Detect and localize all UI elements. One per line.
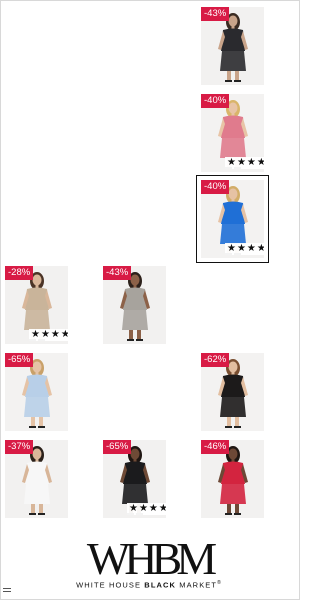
product-tile[interactable]: -43%: [201, 7, 264, 85]
product-tile[interactable]: -37%: [5, 440, 68, 518]
trademark-mark: ®: [217, 580, 222, 586]
rating-stars: ★★★★★: [127, 503, 166, 515]
brand-name-bold: BLACK: [144, 580, 177, 590]
product-tile[interactable]: -28% ★★★★★: [5, 266, 68, 344]
discount-badge: -65%: [103, 440, 132, 454]
rating-filled-stars: ★★★★: [227, 157, 264, 168]
discount-badge: -43%: [103, 266, 132, 280]
discount-badge: -62%: [201, 353, 230, 367]
product-tile[interactable]: -65% ★★★★★: [103, 440, 166, 518]
discount-badge: -46%: [201, 440, 230, 454]
brand-name-light: WHITE HOUSE: [76, 580, 145, 590]
product-tile[interactable]: -62%: [201, 353, 264, 431]
product-tile[interactable]: -46%: [201, 440, 264, 518]
rating-stars: ★★★★★: [225, 243, 264, 255]
whbm-monogram-icon: WHBM: [87, 534, 222, 578]
discount-badge: -28%: [5, 266, 34, 280]
rating-filled-stars: ★★★★: [227, 243, 264, 254]
discount-badge: -65%: [5, 353, 34, 367]
brand-logo[interactable]: WHBM WHITE HOUSE BLACK MARKET®: [64, 534, 234, 592]
rating-filled-stars: ★★★★: [31, 329, 68, 340]
monogram-text: WHBM: [87, 534, 216, 578]
discount-badge: -40%: [201, 180, 230, 194]
discount-badge: -43%: [201, 7, 230, 21]
discount-badge: -37%: [5, 440, 34, 454]
discount-badge: -40%: [201, 94, 230, 108]
menu-icon[interactable]: [3, 588, 11, 595]
product-tile[interactable]: -65%: [5, 353, 68, 431]
rating-stars: ★★★★★: [29, 329, 68, 341]
brand-name: WHITE HOUSE BLACK MARKET®: [64, 580, 234, 590]
brand-name-tail: MARKET: [176, 580, 218, 590]
product-tile[interactable]: -43%: [103, 266, 166, 344]
rating-filled-stars: ★★★★★: [129, 503, 166, 514]
rating-stars: ★★★★★: [225, 157, 264, 169]
product-tile-selected[interactable]: -40% ★★★★★: [201, 180, 264, 258]
product-tile[interactable]: -40% ★★★★★: [201, 94, 264, 172]
